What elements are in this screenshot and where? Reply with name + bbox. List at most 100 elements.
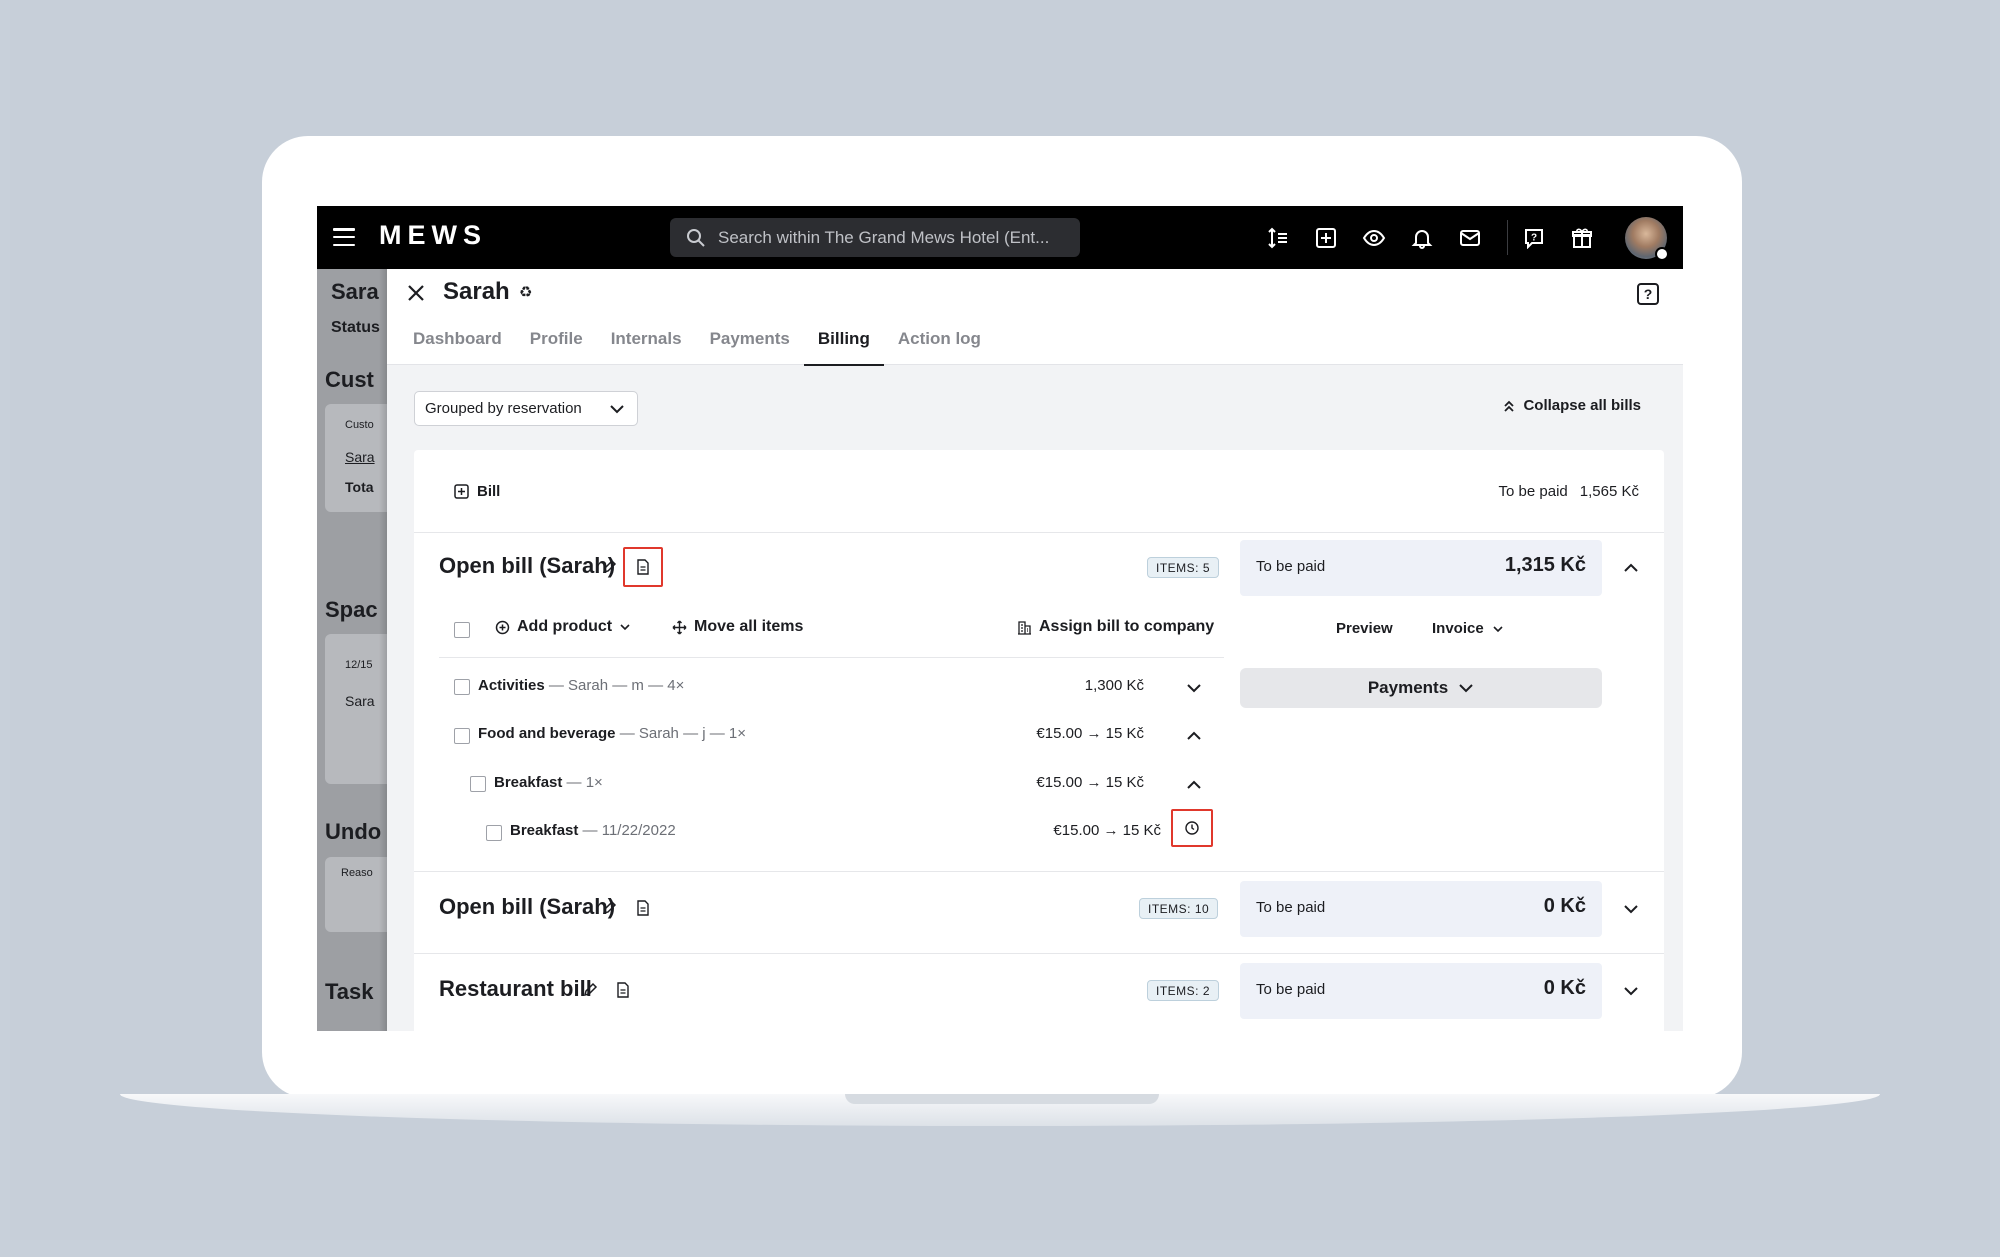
help-chat-icon[interactable]: ? [1522, 226, 1546, 250]
payments-label: Payments [1367, 678, 1449, 697]
tab-billing[interactable]: Billing [803, 319, 884, 366]
assign-company-button[interactable]: Assign bill to company [1017, 618, 1214, 636]
mews-logo[interactable]: MEWS [379, 220, 487, 251]
to-be-paid-amount: 1,315 Kč [1504, 554, 1586, 576]
collapse-all-button[interactable]: Collapse all bills [1503, 397, 1641, 414]
tab-dashboard[interactable]: Dashboard [399, 319, 516, 365]
gift-icon[interactable] [1570, 226, 1594, 250]
payments-button[interactable]: Payments [1240, 668, 1602, 708]
bg-customer-label: Custo [345, 419, 374, 431]
move-all-items-button[interactable]: Move all items [672, 618, 803, 636]
close-icon[interactable] [405, 282, 427, 304]
double-chevron-up-icon [1504, 400, 1515, 412]
document-icon[interactable] [634, 558, 652, 576]
chevron-down-icon[interactable] [1622, 982, 1640, 1000]
collapse-all-label: Collapse all bills [1523, 397, 1641, 414]
top-bar: MEWS Search within The Grand Mews Hotel … [317, 206, 1683, 269]
drawer-title: Sarah [443, 278, 510, 305]
line-checkbox[interactable] [470, 776, 486, 792]
select-all-checkbox[interactable] [454, 622, 470, 638]
bg-reason: Reaso [341, 867, 373, 879]
line-name: Breakfast [494, 774, 563, 791]
line-checkbox[interactable] [486, 825, 502, 841]
scroll-fade [414, 1030, 1664, 1031]
chevron-down-icon [610, 405, 624, 414]
line-detail: — Sarah — j — 1× [619, 725, 747, 742]
bell-icon[interactable] [1410, 226, 1434, 250]
add-box-icon[interactable] [1314, 226, 1338, 250]
chevron-down-icon[interactable] [1185, 679, 1203, 697]
background-page: Sara Status Cust Custo Sara Tota Spac 12… [317, 269, 387, 1031]
add-bill-label: Bill [477, 483, 501, 500]
items-badge: ITEMS: 2 [1147, 980, 1220, 1001]
user-avatar[interactable] [1625, 217, 1669, 261]
divider [439, 657, 1224, 658]
total-to-be-paid-label: To be paid [1498, 483, 1568, 500]
menu-icon[interactable] [333, 228, 355, 246]
to-be-paid-label: To be paid [1256, 981, 1326, 998]
chevron-up-icon[interactable] [1185, 727, 1203, 745]
tab-payments[interactable]: Payments [696, 319, 804, 365]
bg-section-undo: Undo [325, 819, 382, 844]
bg-space-date: 12/15 [345, 659, 373, 671]
tab-internals[interactable]: Internals [597, 319, 696, 365]
edit-icon[interactable] [600, 558, 618, 576]
tab-bar: Dashboard Profile Internals Payments Bil… [387, 319, 995, 366]
list-item[interactable]: Breakfast — 11/22/2022 [510, 822, 676, 839]
add-product-label: Add product [517, 618, 613, 635]
line-checkbox[interactable] [454, 728, 470, 744]
items-badge: ITEMS: 10 [1139, 898, 1219, 919]
bill-title: Open bill (Sarah) [439, 553, 616, 578]
line-amount: €15.00 → 15 Kč [1036, 725, 1144, 742]
line-detail: — 11/22/2022 [582, 822, 676, 839]
tab-action-log[interactable]: Action log [884, 319, 995, 365]
search-input[interactable]: Search within The Grand Mews Hotel (Ent.… [670, 218, 1080, 257]
divider [414, 871, 1664, 872]
list-item[interactable]: Activities — Sarah — m — 4× [478, 677, 684, 694]
divider [414, 532, 1664, 533]
eye-icon[interactable] [1362, 226, 1386, 250]
chevron-down-icon [620, 624, 630, 631]
chevron-down-icon [1493, 625, 1503, 632]
billing-card: Bill To be paid 1,565 Kč Open bill (Sara… [414, 450, 1664, 1031]
edit-icon[interactable] [581, 981, 599, 999]
bg-total: Tota [345, 479, 374, 495]
line-checkbox[interactable] [454, 679, 470, 695]
invoice-button[interactable]: Invoice [1432, 620, 1504, 637]
add-bill-button[interactable]: Bill [454, 483, 500, 500]
list-item[interactable]: Breakfast — 1× [494, 774, 603, 791]
bg-title: Sara [331, 279, 379, 304]
tab-profile[interactable]: Profile [516, 319, 597, 365]
invoice-label: Invoice [1432, 620, 1484, 637]
grouping-value: Grouped by reservation [425, 400, 582, 417]
search-icon [687, 228, 705, 247]
chevron-up-icon[interactable] [1622, 559, 1640, 577]
assign-company-label: Assign bill to company [1039, 618, 1215, 635]
help-icon[interactable]: ? [1637, 283, 1659, 305]
chevron-down-icon[interactable] [1622, 900, 1640, 918]
total-to-be-paid-amount: 1,565 Kč [1579, 483, 1639, 500]
grouping-select[interactable]: Grouped by reservation [414, 391, 638, 426]
clock-icon[interactable] [1184, 820, 1200, 836]
laptop-notch [845, 1094, 1159, 1104]
edit-icon[interactable] [600, 899, 618, 917]
list-item[interactable]: Food and beverage — Sarah — j — 1× [478, 725, 746, 742]
document-icon[interactable] [614, 981, 632, 999]
line-name: Breakfast [510, 822, 579, 839]
preview-button[interactable]: Preview [1336, 620, 1393, 637]
line-amount: €15.00 → 15 Kč [1036, 774, 1144, 791]
sort-icon[interactable] [1266, 226, 1290, 250]
add-product-button[interactable]: Add product [495, 618, 631, 636]
to-be-paid-box: To be paid 0 Kč [1240, 963, 1602, 1019]
chevron-down-icon [1459, 684, 1473, 693]
line-name: Activities [478, 677, 545, 694]
bg-space-name: Sara [345, 693, 375, 709]
mail-icon[interactable] [1458, 226, 1482, 250]
to-be-paid-label: To be paid [1256, 899, 1326, 916]
to-be-paid-box: To be paid 1,315 Kč [1240, 540, 1602, 596]
chevron-up-icon[interactable] [1185, 776, 1203, 794]
to-be-paid-amount: 0 Kč [1543, 977, 1586, 999]
bill-title: Restaurant bill [439, 976, 592, 1001]
topbar-divider [1507, 220, 1508, 255]
document-icon[interactable] [634, 899, 652, 917]
